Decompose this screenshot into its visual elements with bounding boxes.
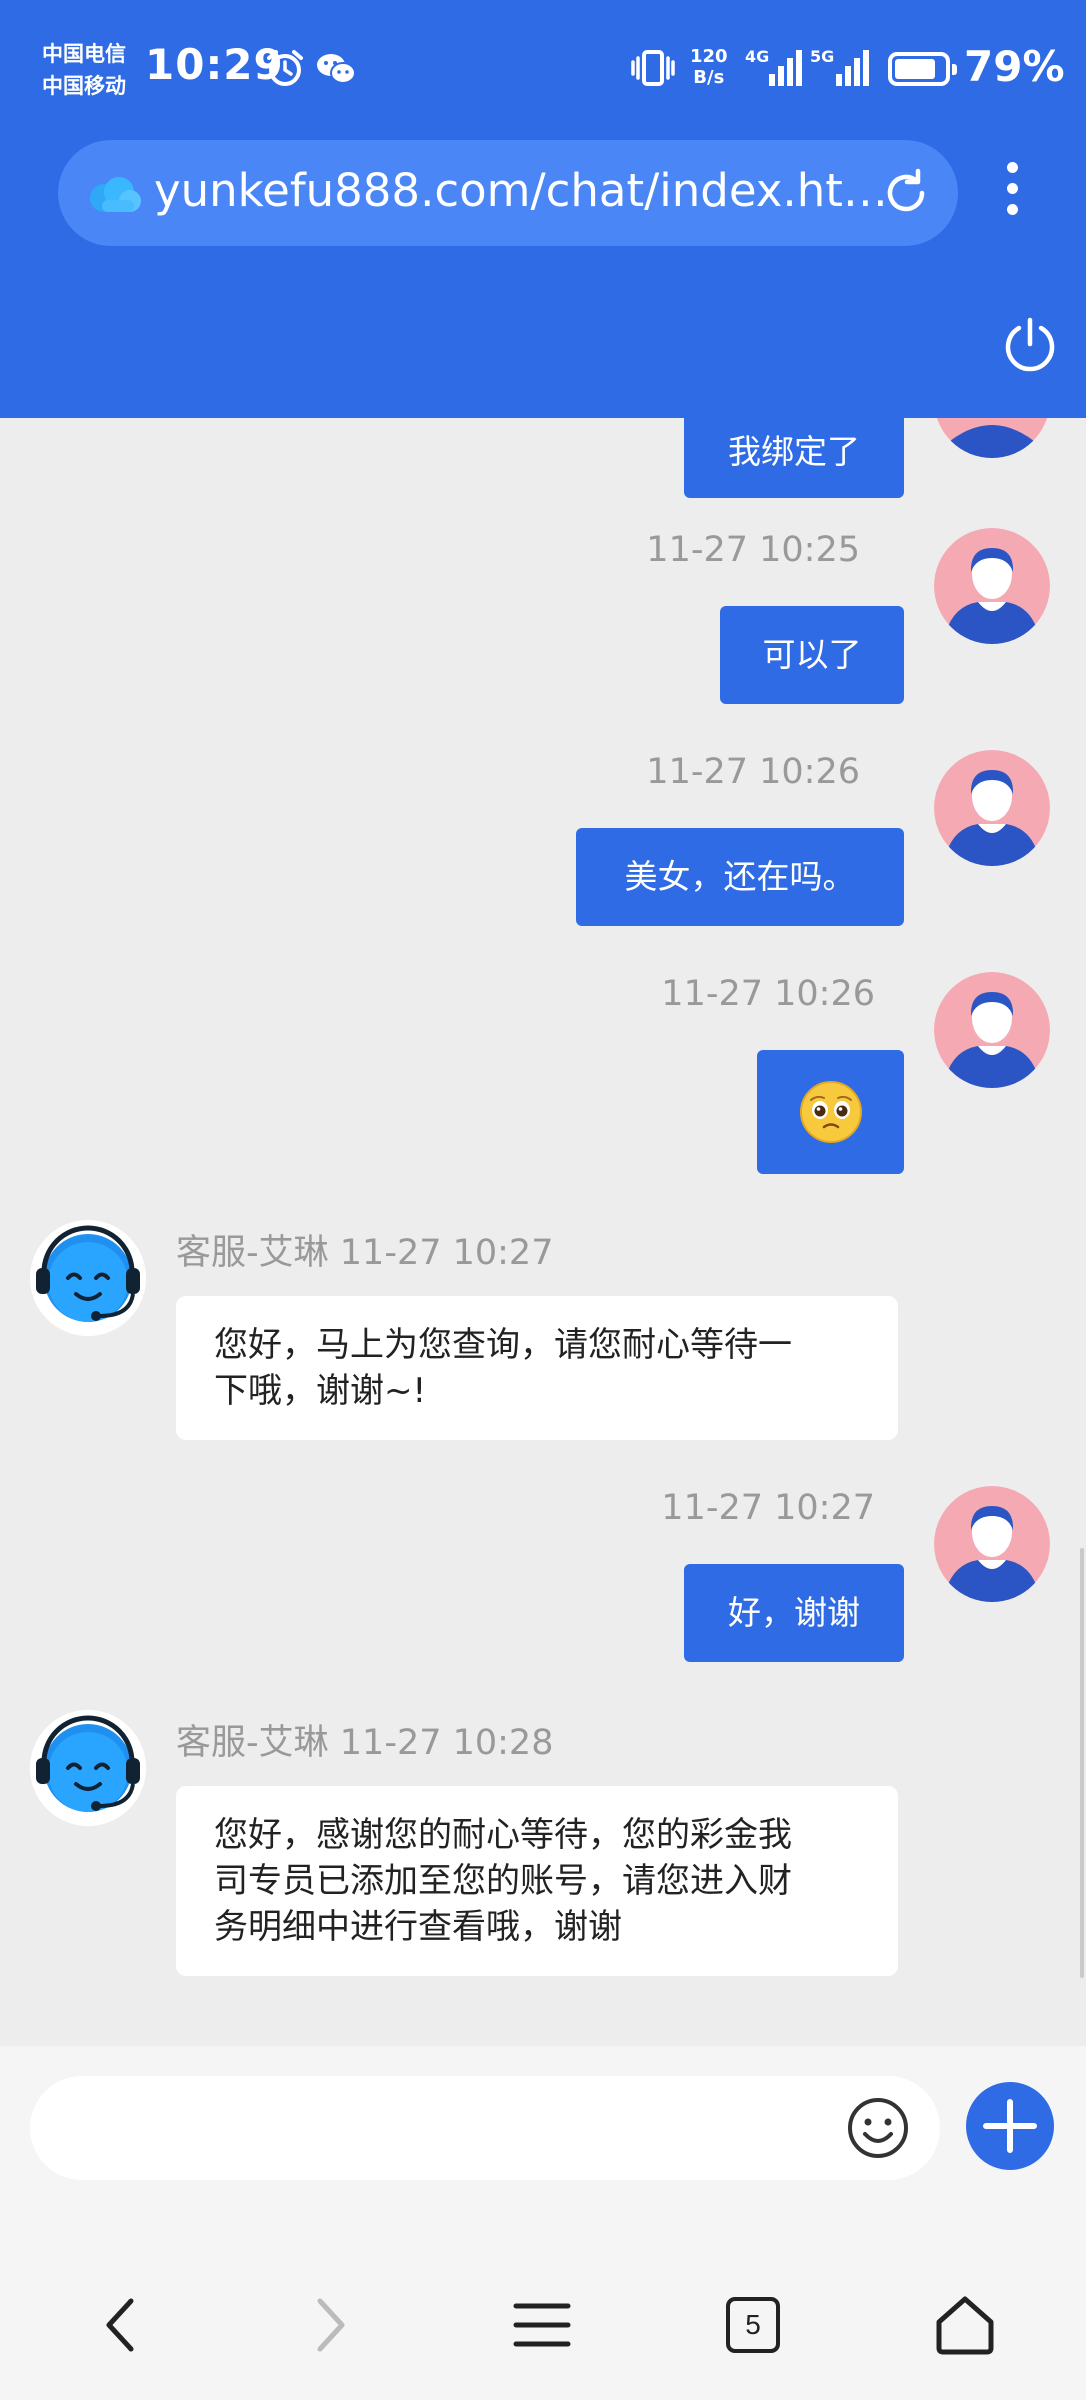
vibrate-icon — [631, 50, 675, 86]
hamburger-menu-icon — [513, 2303, 571, 2347]
agent-name-time: 客服-艾琳 11-27 10:27 — [176, 1224, 553, 1275]
chevron-right-icon — [317, 2298, 345, 2352]
signal-4g-icon: 4G — [745, 47, 802, 86]
reload-icon[interactable] — [880, 167, 932, 219]
forward-button[interactable] — [285, 2270, 375, 2380]
add-attachment-button[interactable] — [966, 2082, 1054, 2170]
message-text-line: 司专员已添加至您的账号，请您进入财 — [214, 1861, 792, 1901]
message-time: 11-27 10:26 — [646, 752, 860, 792]
signal-4g-label: 4G — [745, 47, 769, 66]
user-avatar — [934, 528, 1050, 644]
message-bubble-out: 我绑定了 — [684, 418, 904, 498]
pleading-face-emoji-icon — [800, 1081, 862, 1143]
agent-avatar — [30, 1220, 146, 1336]
status-bar: 中国电信 中国移动 10:29 120 B/s 4G 5G 79% — [0, 0, 1086, 140]
plus-icon — [983, 2099, 1037, 2153]
chevron-left-icon — [106, 2298, 134, 2352]
alarm-icon — [267, 50, 303, 86]
more-menu-icon[interactable] — [1000, 162, 1024, 222]
url-text[interactable]: yunkefu888.com/chat/index.ht… — [154, 164, 888, 217]
carrier-1: 中国电信 — [42, 42, 126, 66]
browser-nav-bar: 5 — [0, 2270, 1086, 2380]
message-bubble-out: 好，谢谢 — [684, 1564, 904, 1662]
message-text-line: 下哦，谢谢~! — [214, 1371, 427, 1411]
message-text-line: 您好，感谢您的耐心等待，您的彩金我 — [214, 1815, 792, 1855]
home-icon — [936, 2296, 994, 2355]
message-text-line: 您好，马上为您查询，请您耐心等待一 — [214, 1325, 792, 1365]
battery-percent: 79% — [964, 42, 1065, 91]
menu-button[interactable] — [497, 2270, 587, 2380]
home-button[interactable] — [920, 2270, 1010, 2380]
net-speed-unit: B/s — [693, 67, 725, 88]
cloud-icon — [90, 177, 141, 212]
tabs-button[interactable]: 5 — [708, 2270, 798, 2380]
message-bubble-in: 您好，马上为您查询，请您耐心等待一 下哦，谢谢~! — [176, 1296, 898, 1440]
carrier-2: 中国移动 — [42, 74, 126, 98]
message-text: 美女，还在吗。 — [624, 857, 856, 896]
power-icon[interactable] — [1000, 314, 1060, 374]
chat-messages[interactable]: 我绑定了 11-27 10:25 可以了 11-27 10:26 美女，还在吗。… — [0, 418, 1086, 2046]
agent-name: 客服-艾琳 — [176, 1233, 329, 1273]
message-bubble-out: 可以了 — [720, 606, 904, 704]
signal-5g-label: 5G — [810, 47, 834, 66]
message-bubble-in: 您好，感谢您的耐心等待，您的彩金我 司专员已添加至您的账号，请您进入财 务明细中… — [176, 1786, 898, 1976]
user-avatar — [934, 750, 1050, 866]
agent-name-time: 客服-艾琳 11-27 10:28 — [176, 1714, 553, 1765]
net-speed: 120 B/s — [690, 46, 728, 88]
message-text: 我绑定了 — [728, 432, 860, 471]
message-bubble-out — [757, 1050, 904, 1174]
status-time: 10:29 — [145, 40, 284, 89]
message-time: 11-27 10:27 — [661, 1488, 875, 1528]
agent-name: 客服-艾琳 — [176, 1723, 329, 1763]
emoji-icon[interactable] — [846, 2096, 910, 2160]
net-speed-value: 120 — [690, 46, 728, 67]
address-bar[interactable]: yunkefu888.com/chat/index.ht… — [58, 140, 958, 246]
agent-avatar — [30, 1710, 146, 1826]
message-time: 11-27 10:27 — [339, 1233, 554, 1273]
user-avatar — [934, 972, 1050, 1088]
message-time: 11-27 10:28 — [339, 1723, 554, 1763]
message-bubble-out: 美女，还在吗。 — [576, 828, 904, 926]
message-time: 11-27 10:25 — [646, 530, 860, 570]
message-input[interactable] — [30, 2076, 940, 2180]
back-button[interactable] — [76, 2270, 166, 2380]
message-text: 好，谢谢 — [728, 1593, 860, 1632]
message-time: 11-27 10:26 — [661, 974, 875, 1014]
message-text-line: 务明细中进行查看哦，谢谢 — [214, 1907, 622, 1947]
wechat-icon — [317, 54, 356, 84]
browser-header: 中国电信 中国移动 10:29 120 B/s 4G 5G 79% yunkef… — [0, 0, 1086, 418]
tab-count: 5 — [726, 2297, 780, 2353]
user-avatar — [936, 418, 1048, 458]
scrollbar[interactable] — [1080, 1548, 1084, 1978]
user-avatar — [934, 1486, 1050, 1602]
battery-icon — [888, 52, 957, 86]
signal-5g-icon: 5G — [810, 47, 869, 86]
carrier-labels: 中国电信 中国移动 — [42, 38, 126, 102]
message-text: 可以了 — [762, 635, 862, 674]
